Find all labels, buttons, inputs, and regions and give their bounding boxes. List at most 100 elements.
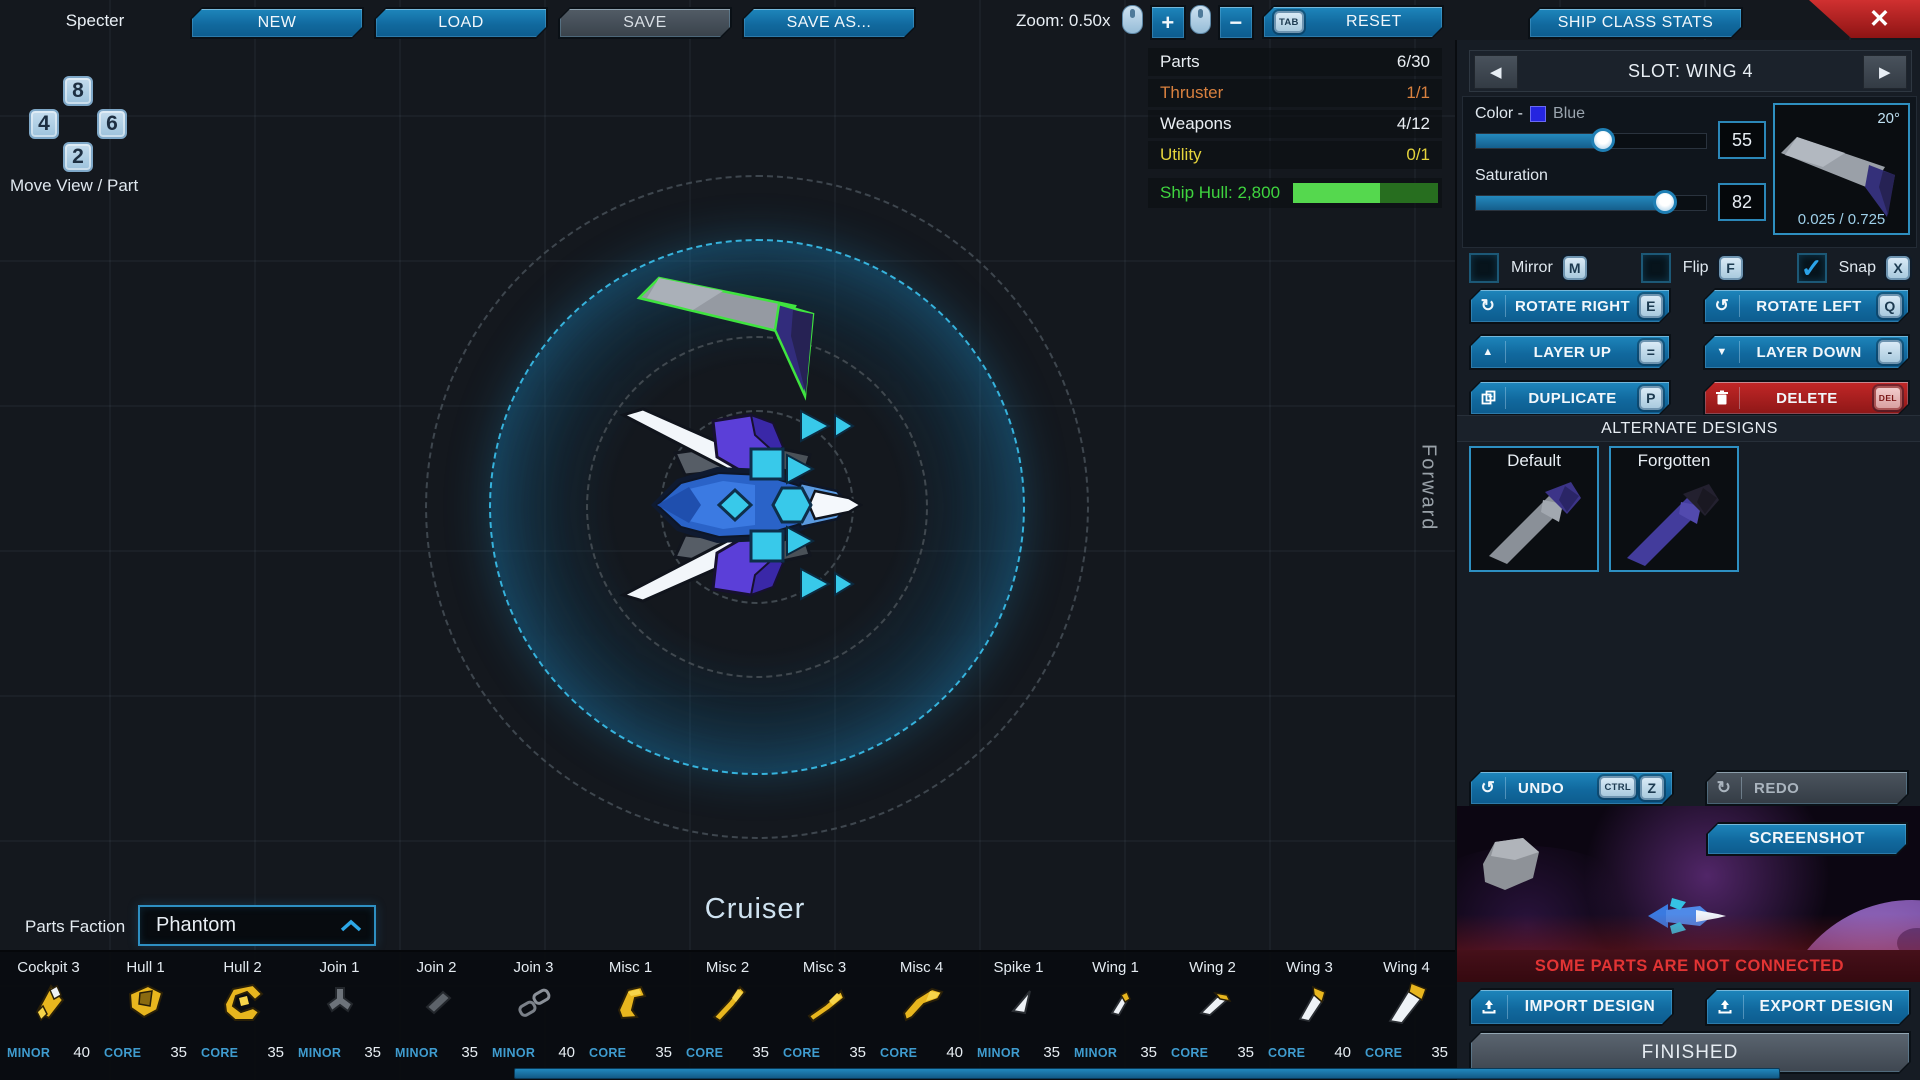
duplicate-button[interactable]: DUPLICATE P [1469, 380, 1671, 416]
ship-editor-window: Cruiser Forward 8 4 6 2 Move View / Part… [0, 0, 1920, 1080]
rotate-left-button[interactable]: ↺ ROTATE LEFT Q [1703, 288, 1910, 324]
key-icon: E [1639, 294, 1663, 318]
key-icon: F [1719, 256, 1743, 280]
slot-prev-button[interactable]: ◀ [1474, 55, 1518, 89]
part-misc-4[interactable]: Misc 4 CORE 40 [873, 952, 970, 1080]
part-icon [1383, 980, 1431, 1031]
part-offset: 0.025 / 0.725 [1775, 211, 1908, 228]
selected-part[interactable] [633, 266, 843, 401]
part-join-3[interactable]: Join 3 MINOR 40 [485, 952, 582, 1080]
move-key-right[interactable]: 6 [97, 109, 127, 139]
part-preview-image [1775, 121, 1908, 221]
part-join-1[interactable]: Join 1 MINOR 35 [291, 952, 388, 1080]
saturation-slider-knob[interactable] [1653, 190, 1677, 214]
part-misc-1[interactable]: Misc 1 CORE 35 [582, 952, 679, 1080]
part-icon [1286, 980, 1334, 1031]
menu-button-new[interactable]: NEW [190, 7, 364, 39]
layer-up-button[interactable]: ▲ LAYER UP = [1469, 334, 1671, 370]
hull-value: 2,800 [1238, 183, 1281, 203]
checkbox[interactable] [1641, 253, 1671, 283]
stat-row: Utility 0/1 [1148, 141, 1442, 169]
move-key-left[interactable]: 4 [29, 109, 59, 139]
part-wing-3[interactable]: Wing 3 CORE 40 [1261, 952, 1358, 1080]
part-cockpit-3[interactable]: Cockpit 3 MINOR 40 [0, 952, 97, 1080]
part-preview: 20° 0.025 / 0.725 [1773, 103, 1910, 235]
menu-button-saveas[interactable]: SAVE AS... [742, 7, 916, 39]
menu-button-load[interactable]: LOAD [374, 7, 548, 39]
screenshot-button[interactable]: SCREENSHOT [1706, 822, 1908, 856]
part-misc-2[interactable]: Misc 2 CORE 35 [679, 952, 776, 1080]
action-icon: ↺ [1705, 295, 1740, 317]
part-wing-4[interactable]: Wing 4 CORE 35 [1358, 952, 1455, 1080]
export-design-button[interactable]: EXPORT DESIGN [1705, 988, 1911, 1026]
part-wing-2[interactable]: Wing 2 CORE 35 [1164, 952, 1261, 1080]
parts-scrollbar[interactable] [514, 1068, 1780, 1079]
part-icon [219, 980, 267, 1031]
forward-indicator: Forward [1408, 438, 1448, 537]
warning-banner: SOME PARTS ARE NOT CONNECTED [1457, 950, 1920, 982]
move-keys-caption: Move View / Part [10, 176, 138, 196]
rotate-right-button[interactable]: ↻ ROTATE RIGHT E [1469, 288, 1671, 324]
layer-down-button[interactable]: ▼ LAYER DOWN - [1703, 334, 1910, 370]
part-hull-1[interactable]: Hull 1 CORE 35 [97, 952, 194, 1080]
color-value-box[interactable]: 55 [1718, 121, 1766, 159]
delete-button[interactable]: DELETE DEL [1703, 380, 1910, 416]
checkbox[interactable] [1469, 253, 1499, 283]
stat-row: Thruster 1/1 [1148, 79, 1442, 107]
color-slider-knob[interactable] [1591, 128, 1615, 152]
toggle-snap: ✓ Snap X [1797, 252, 1910, 284]
parts-faction-dropdown[interactable]: Phantom [138, 905, 376, 946]
part-spike-1[interactable]: Spike 1 MINOR 35 [970, 952, 1067, 1080]
key-icon: Q [1878, 294, 1902, 318]
key-icon: X [1886, 256, 1910, 280]
zoom-in-button[interactable]: + [1150, 5, 1186, 40]
part-join-2[interactable]: Join 2 MINOR 35 [388, 952, 485, 1080]
move-key-up[interactable]: 8 [63, 76, 93, 106]
part-hull-2[interactable]: Hull 2 CORE 35 [194, 952, 291, 1080]
parts-faction-label: Parts Faction [25, 917, 125, 937]
slot-panel: ◀ SLOT: WING 4 ▶ Color - Blue 55 Saturat… [1455, 40, 1920, 1080]
part-icon [607, 980, 655, 1031]
color-slider[interactable] [1475, 133, 1707, 149]
mouse-scroll-down-icon [1190, 5, 1211, 34]
ship-class-stats-button[interactable]: SHIP CLASS STATS [1528, 7, 1743, 39]
reset-view-button[interactable]: TAB RESET [1262, 5, 1444, 39]
close-icon: ✕ [1869, 4, 1890, 34]
part-icon [510, 980, 558, 1031]
stat-row: Parts 6/30 [1148, 48, 1442, 76]
redo-icon: ↻ [1707, 777, 1742, 799]
color-label: Color - Blue [1475, 105, 1585, 123]
move-key-down[interactable]: 2 [63, 142, 93, 172]
redo-button[interactable]: ↻ REDO [1705, 770, 1909, 806]
slot-title: SLOT: WING 4 [1628, 61, 1753, 82]
stat-row: Weapons 4/12 [1148, 110, 1442, 138]
check-icon: ✓ [1801, 255, 1823, 281]
design-forgotten[interactable]: Forgotten [1609, 446, 1739, 572]
saturation-value-box[interactable]: 82 [1718, 183, 1766, 221]
slot-header: ◀ SLOT: WING 4 ▶ [1469, 50, 1912, 92]
action-icon: ▲ [1471, 341, 1506, 363]
undo-icon: ↺ [1471, 777, 1506, 799]
zoom-out-button[interactable]: − [1218, 5, 1254, 40]
menu-button-save[interactable]: SAVE [558, 7, 732, 39]
slot-next-button[interactable]: ▶ [1863, 55, 1907, 89]
design-default[interactable]: Default [1469, 446, 1599, 572]
close-button[interactable]: ✕ [1809, 0, 1920, 38]
part-icon [995, 980, 1043, 1031]
import-design-button[interactable]: IMPORT DESIGN [1469, 988, 1674, 1026]
undo-button[interactable]: ↺ UNDO CTRL Z [1469, 770, 1674, 806]
hull-bar [1293, 183, 1438, 203]
part-misc-3[interactable]: Misc 3 CORE 35 [776, 952, 873, 1080]
part-wing-1[interactable]: Wing 1 MINOR 35 [1067, 952, 1164, 1080]
hull-bar-fill [1293, 183, 1380, 203]
color-slider-fill [1476, 134, 1603, 148]
toggle-mirror: Mirror M [1469, 252, 1587, 284]
ctrl-key-icon: CTRL [1599, 776, 1636, 798]
saturation-slider[interactable] [1475, 195, 1707, 211]
part-icon [413, 980, 461, 1031]
checkbox[interactable]: ✓ [1797, 253, 1827, 283]
part-count-stats: Parts 6/30 Thruster 1/1 Weapons 4/12 Uti… [1148, 48, 1442, 172]
ship-render[interactable] [605, 395, 905, 615]
part-icon [801, 980, 849, 1031]
ship-class-label: Cruiser [630, 893, 880, 926]
